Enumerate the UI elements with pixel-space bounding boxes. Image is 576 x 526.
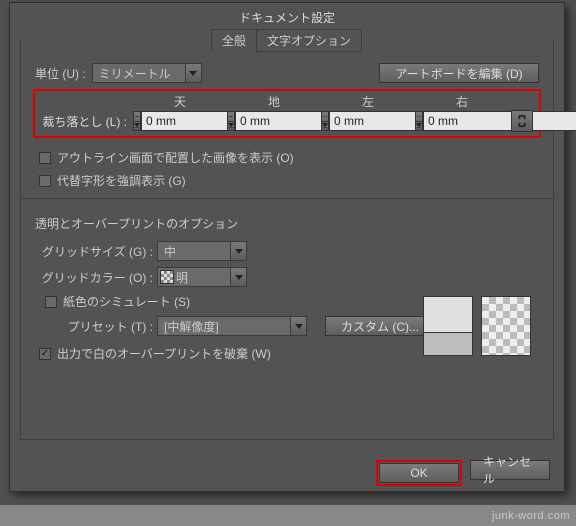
stepper-buttons-icon[interactable]: [321, 111, 329, 131]
bleed-right-input[interactable]: [415, 111, 507, 131]
preset-select[interactable]: [中解像度]: [157, 316, 307, 336]
units-select[interactable]: ミリメートル: [92, 63, 202, 83]
chevron-down-icon: [290, 317, 306, 335]
simulate-paper-checkbox[interactable]: [45, 296, 57, 308]
chevron-down-icon: [230, 268, 246, 286]
document-setup-dialog: ドキュメント設定 全般 文字オプション 単位 (U) : ミリメートル アートボ…: [9, 2, 565, 492]
custom-button[interactable]: カスタム (C)...: [325, 316, 435, 336]
link-icon: [516, 114, 528, 128]
preset-label: プリセット (T) :: [35, 318, 153, 335]
transparency-section-title: 透明とオーバープリントのオプション: [21, 205, 553, 238]
simulate-paper-label: 紙色のシミュレート (S): [63, 293, 190, 310]
bleed-group-highlight: 天 地 左 右 裁ち落とし (L) :: [33, 89, 541, 138]
discard-white-overprint-label: 出力で白のオーバープリントを破棄 (W): [57, 345, 271, 362]
bleed-header-left: 左: [321, 93, 415, 110]
outline-images-checkbox[interactable]: [39, 152, 51, 164]
tab-general[interactable]: 全般: [211, 29, 257, 52]
chevron-down-icon: [230, 242, 246, 260]
bleed-header-right: 右: [415, 93, 509, 110]
preset-value: [中解像度]: [158, 318, 290, 335]
alt-glyph-checkbox[interactable]: [39, 175, 51, 187]
chevron-down-icon: [185, 64, 201, 82]
stepper-buttons-icon[interactable]: [415, 111, 423, 131]
watermark: junk-word.com: [492, 510, 570, 522]
grid-preview-checker: [481, 296, 531, 356]
ok-button[interactable]: OK: [379, 463, 459, 483]
bleed-header-top: 天: [133, 93, 227, 110]
gridsize-label: グリッドサイズ (G) :: [35, 243, 153, 260]
bleed-right-field[interactable]: [423, 111, 576, 131]
gridsize-value: 中: [158, 243, 230, 260]
ok-highlight: OK: [376, 460, 462, 486]
bleed-left-input[interactable]: [321, 111, 413, 131]
units-value: ミリメートル: [93, 65, 185, 82]
gridcolor-value: 明: [176, 269, 230, 286]
units-label: 単位 (U) :: [35, 65, 86, 82]
gridcolor-select[interactable]: 明: [157, 267, 247, 287]
stepper-buttons-icon[interactable]: [133, 111, 141, 131]
bleed-header-bottom: 地: [227, 93, 321, 110]
grid-preview-mid: [423, 332, 473, 356]
tab-text-options[interactable]: 文字オプション: [256, 29, 362, 52]
discard-white-overprint-checkbox[interactable]: [39, 348, 51, 360]
link-values-button[interactable]: [511, 110, 533, 132]
checker-swatch-icon: [160, 270, 174, 284]
cancel-button[interactable]: キャンセル: [470, 460, 550, 480]
edit-artboards-button[interactable]: アートボードを編集 (D): [379, 63, 539, 83]
outline-images-label: アウトライン画面で配置した画像を表示 (O): [57, 149, 294, 166]
alt-glyph-label: 代替字形を強調表示 (G): [57, 172, 186, 189]
bleed-bottom-input[interactable]: [227, 111, 319, 131]
gridsize-select[interactable]: 中: [157, 241, 247, 261]
bleed-label: 裁ち落とし (L) :: [37, 113, 131, 130]
bleed-top-input[interactable]: [133, 111, 225, 131]
gridcolor-label: グリッドカラー (O) :: [35, 269, 153, 286]
stepper-buttons-icon[interactable]: [227, 111, 235, 131]
